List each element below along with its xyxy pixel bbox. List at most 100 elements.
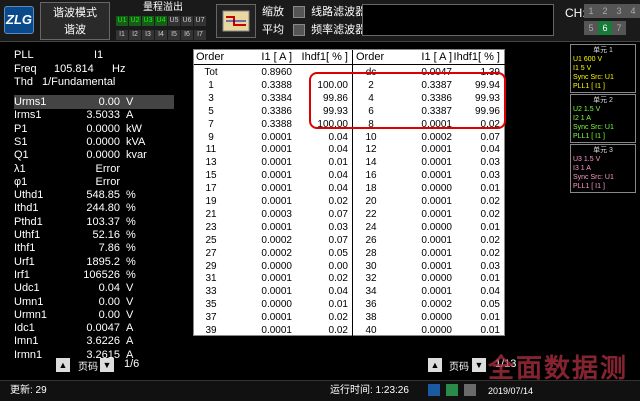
table-cell: 0.0001 <box>261 183 292 195</box>
table-cell: 38 <box>365 312 377 324</box>
table-cell: 0.0001 <box>261 312 292 324</box>
table-cell: 33 <box>205 286 217 298</box>
table-cell: 0.0001 <box>421 208 452 220</box>
line-filter-checkbox[interactable] <box>293 6 306 19</box>
measurement-unit: kvar <box>126 149 147 162</box>
measurement-row[interactable]: Urms1 0.00 V <box>14 95 174 109</box>
measurement-row[interactable]: Urmn1 0.00 V <box>14 308 174 322</box>
table-cell: 0.03 <box>328 221 348 233</box>
measurement-row[interactable]: Irf1 106526% <box>14 268 174 282</box>
channel-button[interactable]: 6 <box>598 21 612 35</box>
measurement-row[interactable]: Umn1 0.00 V <box>14 295 174 309</box>
measurement-unit: % <box>126 202 136 215</box>
mode-button[interactable]: 谐波模式 谐波 <box>40 2 110 40</box>
measurement-name: Ithf1 <box>14 242 36 255</box>
measurement-value: 0.00 <box>98 295 120 308</box>
freq-filter-label: 频率滤波器 <box>311 24 367 36</box>
table-cell: 3 <box>208 92 214 104</box>
measurement-name: Urf1 <box>14 255 35 268</box>
table-cell: 31 <box>205 273 217 285</box>
table-cell: 0.04 <box>328 286 348 298</box>
channel-button[interactable]: 2 <box>598 4 612 18</box>
range-chip: U5 <box>168 16 180 26</box>
table-cell: 0.3388 <box>261 118 292 130</box>
measurement-row[interactable]: λ1 Error <box>14 162 174 176</box>
measurement-row[interactable]: Q1 0.0000 kvar <box>14 148 174 162</box>
table-cell: 13 <box>205 157 217 169</box>
table-cell: 23 <box>205 221 217 233</box>
table-cell: 18 <box>365 183 377 195</box>
measurement-value: 0.00 <box>98 308 120 321</box>
unit-box[interactable]: 单元 3 U3 1.5 V I3 1 A Sync Src: U1 PLL1 [ I1 … <box>570 144 636 193</box>
zoom-label: 缩放 <box>262 6 284 18</box>
range-chips: U1 U2 U3 U4 U5 U6 U7 I1 I2 I3 I4 I5 I6 I7 <box>116 14 210 42</box>
table-cell: 39 <box>205 325 217 336</box>
measurement-value: 0.04 <box>98 282 120 295</box>
measurement-row[interactable]: Irms1 3.5033 A <box>14 108 174 122</box>
table-page-up-button[interactable]: ▲ <box>428 358 442 372</box>
channel-button[interactable]: 7 <box>612 21 626 35</box>
unit-box[interactable]: 单元 2 U2 1.5 V I2 1 A Sync Src: U1 PLL1 [ I1 … <box>570 94 636 143</box>
table-cell: 0.0002 <box>421 299 452 311</box>
measurement-name: Uthd1 <box>14 189 44 202</box>
range-chip: I6 <box>181 30 193 40</box>
monitor-icon <box>428 384 440 396</box>
measurement-row[interactable]: Idc1 0.0047 A <box>14 321 174 335</box>
column-header: Ihdf1[ % ] <box>453 51 500 63</box>
table-cell: 0.0001 <box>421 247 452 259</box>
measurement-value: 0.0047 <box>86 322 120 335</box>
measurement-row[interactable]: Imn1 3.6226 A <box>14 334 174 348</box>
unit-line: PLL1 [ I1 ] <box>573 83 605 90</box>
measurement-row[interactable]: S1 0.0000 kVA <box>14 135 174 149</box>
measurement-row[interactable]: Udc1 0.04 V <box>14 281 174 295</box>
range-chip: I2 <box>129 30 141 40</box>
table-page-down-button[interactable]: ▼ <box>472 358 486 372</box>
unit-line: 单元 3 <box>593 147 613 154</box>
table-cell: 0.02 <box>328 273 348 285</box>
page-up-button[interactable]: ▲ <box>56 358 70 372</box>
table-cell: 0.0001 <box>261 273 292 285</box>
page-down-button[interactable]: ▼ <box>100 358 114 372</box>
measurement-unit: % <box>126 242 136 255</box>
table-cell: 0.0001 <box>261 157 292 169</box>
measurement-name: Imn1 <box>14 335 39 348</box>
table-cell: 40 <box>365 325 377 336</box>
measurement-row[interactable]: Pthd1 103.37% <box>14 215 174 229</box>
measurement-row[interactable]: Ithd1 244.80% <box>14 201 174 215</box>
zlg-logo: ZLG <box>4 6 34 34</box>
unit-line: PLL1 [ I1 ] <box>573 183 605 190</box>
table-cell: 0.0000 <box>421 325 452 336</box>
measurement-name: Urmn1 <box>14 308 48 321</box>
channel-button[interactable]: 5 <box>584 21 598 35</box>
table-cell: 0.07 <box>480 131 500 143</box>
column-header: Order <box>356 51 385 63</box>
measurement-row[interactable]: φ1 Error <box>14 175 174 189</box>
measurement-row[interactable]: Uthd1 548.85% <box>14 188 174 202</box>
measurement-row[interactable]: P1 0.0000 kW <box>14 122 174 136</box>
measurement-name: Udc1 <box>14 282 40 295</box>
channel-button[interactable]: 3 <box>612 4 626 18</box>
table-cell: 0.01 <box>328 157 348 169</box>
freq-filter-checkbox[interactable] <box>293 24 306 37</box>
page-value: 1/6 <box>124 358 140 370</box>
table-cell: 0.0001 <box>261 286 292 298</box>
table-cell: 0.04 <box>480 144 500 156</box>
measurement-unit: % <box>126 229 136 241</box>
header-divider <box>194 64 506 65</box>
measurement-unit: V <box>126 308 134 321</box>
range-chip: U4 <box>155 16 167 26</box>
table-cell: 0.0002 <box>421 131 452 143</box>
waveform-settings-button[interactable] <box>216 4 256 38</box>
channel-button[interactable]: 1 <box>584 4 598 18</box>
measurement-unit: V <box>126 282 134 295</box>
measurement-unit: A <box>126 322 134 335</box>
measurement-row[interactable]: Urf1 1895.2% <box>14 255 174 269</box>
measurement-row[interactable]: Ithf1 7.86% <box>14 241 174 255</box>
measurement-row[interactable]: Uthf1 52.16% <box>14 228 174 242</box>
table-cell: 0.01 <box>328 299 348 311</box>
table-cell: 0.01 <box>480 325 500 336</box>
channel-button[interactable]: 4 <box>626 4 640 18</box>
table-cell: 29 <box>205 260 217 272</box>
column-header: Order <box>196 51 225 63</box>
unit-box[interactable]: 单元 1 U1 600 V I1 5 V Sync Src: U1 PLL1 [ I1 … <box>570 44 636 93</box>
